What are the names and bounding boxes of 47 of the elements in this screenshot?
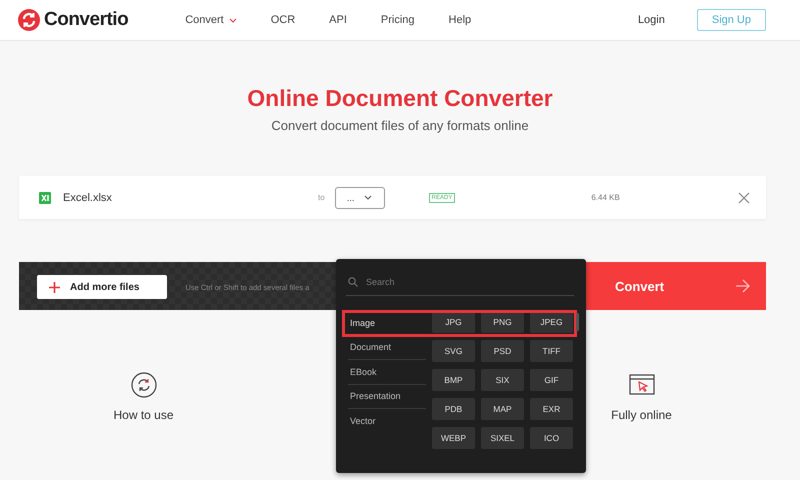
- nav-link[interactable]: Help: [432, 14, 488, 26]
- feature-label: How to use: [113, 408, 174, 422]
- format-option[interactable]: SVG: [432, 340, 475, 362]
- nav-link[interactable]: API: [312, 14, 364, 26]
- file-size: 6.44 KB: [591, 193, 620, 202]
- category-item[interactable]: Document: [348, 336, 426, 360]
- format-option[interactable]: SIXEL: [481, 427, 524, 449]
- search-icon: [348, 277, 358, 287]
- category-item[interactable]: Image: [348, 311, 426, 336]
- category-item[interactable]: EBook: [348, 360, 426, 384]
- nav-link[interactable]: OCR: [254, 14, 312, 26]
- file-name: Excel.xlsx: [63, 192, 113, 204]
- plus-icon: [49, 282, 60, 292]
- format-option[interactable]: PSD: [481, 340, 524, 362]
- chevron-down-icon: [228, 18, 237, 22]
- format-option[interactable]: ICO: [530, 427, 573, 449]
- format-select[interactable]: ...: [334, 186, 385, 208]
- spreadsheet-icon: [37, 190, 53, 206]
- category-item[interactable]: Vector: [348, 409, 426, 434]
- page-title: Online Document Converter: [246, 85, 554, 112]
- format-option[interactable]: TIFF: [530, 340, 573, 362]
- format-option[interactable]: JPEG: [530, 311, 573, 333]
- chevron-down-icon: [364, 195, 372, 200]
- nav-link[interactable]: Pricing: [364, 14, 432, 26]
- to-label: to: [318, 193, 325, 202]
- format-option[interactable]: SIX: [481, 369, 524, 391]
- login-link[interactable]: Login: [638, 14, 665, 26]
- scrollbar[interactable]: [576, 313, 579, 331]
- page-subtitle: Convert document files of any formats online: [270, 118, 530, 133]
- format-option[interactable]: EXR: [530, 398, 573, 420]
- feature-label: Fully online: [611, 408, 672, 422]
- format-option[interactable]: PDB: [432, 398, 475, 420]
- format-option[interactable]: GIF: [530, 369, 573, 391]
- format-option[interactable]: MAP: [481, 398, 524, 420]
- logo-text[interactable]: Convertio: [44, 9, 128, 31]
- logo-icon: [18, 9, 40, 31]
- format-option[interactable]: BMP: [432, 369, 475, 391]
- category-item[interactable]: Presentation: [348, 384, 426, 409]
- arrow-right-icon: [736, 279, 750, 293]
- add-files-button[interactable]: Add more files: [37, 275, 168, 299]
- search-field[interactable]: Search: [364, 276, 518, 288]
- close-icon[interactable]: [738, 192, 750, 204]
- format-option[interactable]: PNG: [481, 311, 524, 333]
- nav-link[interactable]: Convert: [168, 14, 254, 26]
- sync-icon: [130, 372, 156, 398]
- format-option[interactable]: WEBP: [432, 427, 475, 449]
- format-option[interactable]: JPG: [432, 311, 475, 333]
